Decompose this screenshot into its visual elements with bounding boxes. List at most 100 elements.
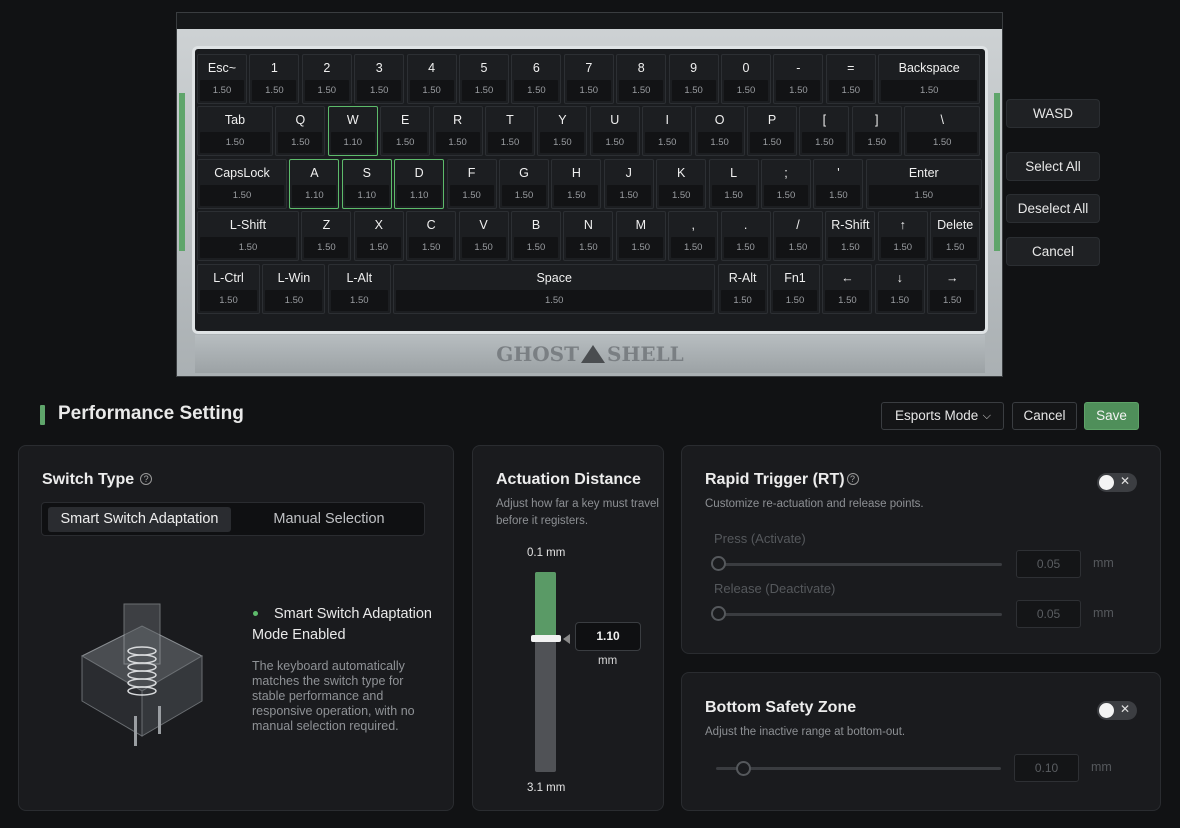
rapid-trigger-description: Customize re-actuation and release point… xyxy=(705,498,924,510)
key-label: ← xyxy=(841,270,854,285)
key-z[interactable]: Z 1.50 xyxy=(301,211,352,262)
key-cancel-button[interactable]: Cancel xyxy=(1006,237,1100,266)
key-7[interactable]: 7 1.50 xyxy=(563,54,614,104)
key-label: Delete xyxy=(937,218,974,233)
key-s[interactable]: S 1.10 xyxy=(341,158,392,209)
key-symbol[interactable]: ] 1.50 xyxy=(851,106,902,157)
key-symbol[interactable]: ← 1.50 xyxy=(822,263,873,314)
section-title: Performance Setting xyxy=(58,403,244,424)
key-8[interactable]: 8 1.50 xyxy=(616,54,667,104)
key-a[interactable]: A 1.10 xyxy=(289,158,340,209)
key-symbol[interactable]: ↓ 1.50 xyxy=(874,263,925,314)
key-space[interactable]: Space 1.50 xyxy=(393,263,716,314)
release-slider[interactable] xyxy=(716,613,1002,616)
key-q[interactable]: Q 1.50 xyxy=(275,106,326,157)
key-p[interactable]: P 1.50 xyxy=(747,106,797,157)
bottom-safety-slider-handle[interactable] xyxy=(736,761,751,776)
key-symbol[interactable]: \ 1.50 xyxy=(904,106,981,157)
actuation-slider-handle[interactable] xyxy=(531,635,561,642)
key-symbol[interactable]: = 1.50 xyxy=(825,54,876,104)
key-symbol[interactable]: [1.50 xyxy=(799,106,850,157)
key-capslock[interactable]: CapsLock 1.50 xyxy=(197,158,287,209)
key-symbol[interactable]: / 1.50 xyxy=(773,211,823,262)
key-ralt[interactable]: R-Alt 1.50 xyxy=(717,263,768,314)
actuation-slider[interactable] xyxy=(535,572,556,772)
key-1[interactable]: 1 1.50 xyxy=(249,54,300,104)
press-value-input[interactable]: 0.05 xyxy=(1016,550,1081,578)
key-j[interactable]: J 1.50 xyxy=(603,158,654,209)
key-u[interactable]: U 1.50 xyxy=(589,106,640,157)
key-v[interactable]: V 1.50 xyxy=(458,211,509,262)
key-h[interactable]: H 1.50 xyxy=(551,158,602,209)
key-t[interactable]: T 1.50 xyxy=(485,106,535,157)
key-rshift[interactable]: R-Shift 1.50 xyxy=(825,211,876,262)
bottom-safety-slider[interactable] xyxy=(716,767,1001,770)
help-icon[interactable]: ? xyxy=(140,473,153,485)
key-g[interactable]: G 1.50 xyxy=(499,158,549,209)
key-actuation-value: 1.50 xyxy=(540,132,585,154)
save-button[interactable]: Save xyxy=(1084,402,1139,430)
help-icon[interactable]: ? xyxy=(846,473,859,485)
key-o[interactable]: O 1.50 xyxy=(694,106,745,157)
cancel-button[interactable]: Cancel xyxy=(1012,402,1077,430)
release-slider-handle[interactable] xyxy=(711,606,726,621)
key-symbol[interactable]: . 1.50 xyxy=(720,211,771,262)
key-actuation-value: 1.50 xyxy=(383,132,428,154)
key-actuation-value: 1.10 xyxy=(330,132,375,154)
key-delete[interactable]: Delete 1.50 xyxy=(930,211,981,262)
key-c[interactable]: C 1.50 xyxy=(406,211,457,262)
key-symbol[interactable]: ' 1.50 xyxy=(813,158,864,209)
key-enter[interactable]: Enter 1.50 xyxy=(865,158,982,209)
key-tab[interactable]: Tab 1.50 xyxy=(197,106,273,157)
mode-dropdown[interactable]: Esports Mode ⌵ xyxy=(881,402,1004,430)
actuation-value-input[interactable]: 1.10 xyxy=(575,622,641,651)
key-r[interactable]: R 1.50 xyxy=(432,106,483,157)
key-lwin[interactable]: L-Win 1.50 xyxy=(262,263,326,314)
key-i[interactable]: I 1.50 xyxy=(642,106,693,157)
key-4[interactable]: 4 1.50 xyxy=(406,54,457,104)
key-backspace[interactable]: Backspace 1.50 xyxy=(878,54,981,104)
key-e[interactable]: E 1.50 xyxy=(380,106,431,157)
option-smart-switch[interactable]: Smart Switch Adaptation xyxy=(48,507,231,532)
key-f[interactable]: F 1.50 xyxy=(446,158,497,209)
key-esc[interactable]: Esc~ 1.50 xyxy=(197,54,247,104)
press-slider-handle[interactable] xyxy=(711,556,726,571)
key-fn1[interactable]: Fn1 1.50 xyxy=(770,263,820,314)
key-symbol[interactable]: , 1.50 xyxy=(668,211,719,262)
wasd-button[interactable]: WASD xyxy=(1006,99,1100,128)
key-6[interactable]: 6 1.50 xyxy=(511,54,562,104)
key-0[interactable]: 0 1.50 xyxy=(721,54,771,104)
rapid-trigger-toggle[interactable]: ✕ xyxy=(1097,473,1137,492)
bottom-safety-toggle[interactable]: ✕ xyxy=(1097,701,1137,720)
key-symbol[interactable]: ↑ 1.50 xyxy=(877,211,928,262)
key-lalt[interactable]: L-Alt 1.50 xyxy=(327,263,391,314)
key-k[interactable]: K 1.50 xyxy=(656,158,707,209)
key-label: L-Ctrl xyxy=(213,270,244,285)
key-lctrl[interactable]: L-Ctrl 1.50 xyxy=(197,263,260,314)
key-b[interactable]: B 1.50 xyxy=(511,211,561,262)
key-l[interactable]: L 1.50 xyxy=(708,158,759,209)
key-symbol[interactable]: → 1.50 xyxy=(927,263,978,314)
key-x[interactable]: X 1.50 xyxy=(353,211,404,262)
key-5[interactable]: 5 1.50 xyxy=(459,54,509,104)
key-y[interactable]: Y 1.50 xyxy=(537,106,588,157)
key-symbol[interactable]: ; 1.50 xyxy=(761,158,811,209)
key-actuation-value: 1.50 xyxy=(868,184,979,206)
key-3[interactable]: 3 1.50 xyxy=(354,54,405,104)
option-manual-selection[interactable]: Manual Selection xyxy=(242,507,416,532)
press-slider[interactable] xyxy=(716,563,1002,566)
key-9[interactable]: 9 1.50 xyxy=(668,54,719,104)
key-symbol[interactable]: - 1.50 xyxy=(773,54,824,104)
key-lshift[interactable]: L-Shift 1.50 xyxy=(197,211,299,262)
key-m[interactable]: M 1.50 xyxy=(615,211,666,262)
release-value-input[interactable]: 0.05 xyxy=(1016,600,1081,628)
select-all-button[interactable]: Select All xyxy=(1006,152,1100,181)
key-label: L-Alt xyxy=(346,270,373,285)
key-d[interactable]: D 1.10 xyxy=(394,158,445,209)
key-label: P xyxy=(767,113,777,128)
key-2[interactable]: 2 1.50 xyxy=(301,54,352,104)
key-n[interactable]: N 1.50 xyxy=(563,211,614,262)
deselect-all-button[interactable]: Deselect All xyxy=(1006,194,1100,223)
key-w[interactable]: W 1.10 xyxy=(327,106,378,157)
bottom-safety-value-input[interactable]: 0.10 xyxy=(1014,754,1079,782)
